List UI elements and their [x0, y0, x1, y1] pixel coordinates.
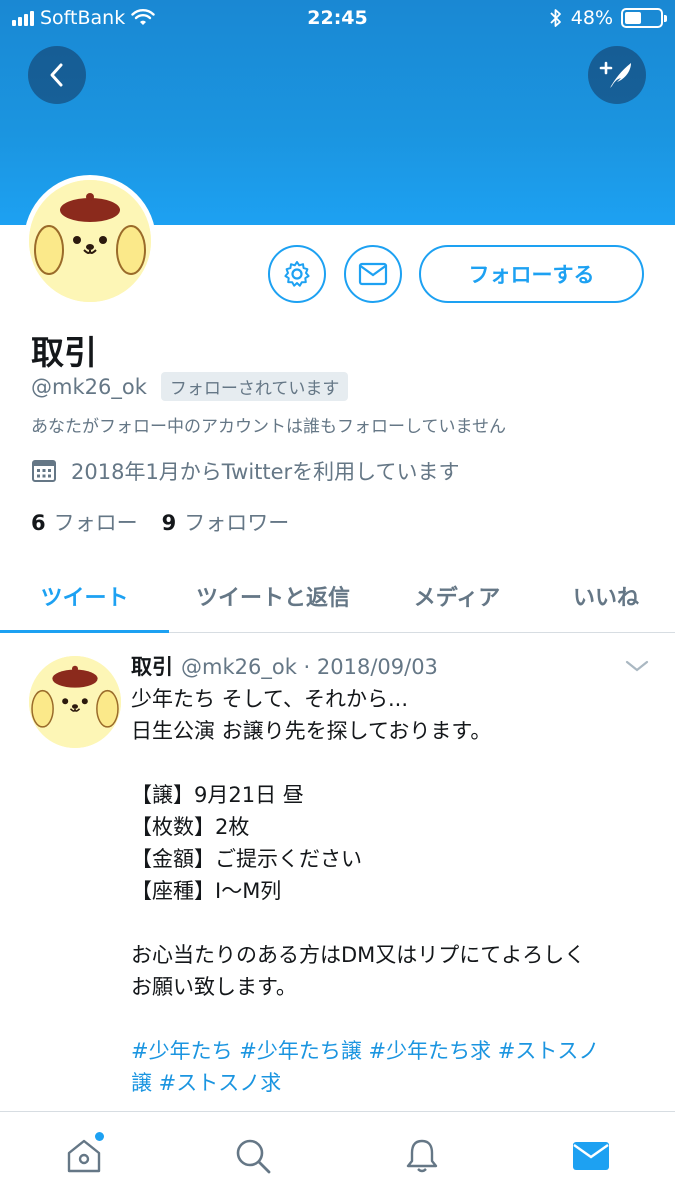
following-label: フォロー — [53, 511, 138, 535]
tweet-header: 取引 @mk26_ok · 2018/09/03 — [131, 651, 438, 681]
tweet-line: 日生公演 お譲り先を探しております。 — [131, 719, 492, 743]
home-notification-dot — [95, 1132, 104, 1141]
tab-tweets[interactable]: ツイート — [0, 560, 169, 632]
bottom-navigation — [0, 1111, 675, 1200]
status-bar: SoftBank 22:45 48% — [0, 0, 675, 40]
followers-link[interactable]: 9 フォロワー — [162, 507, 290, 537]
direct-message-button[interactable] — [344, 245, 402, 303]
tweet-item[interactable]: 取引 @mk26_ok · 2018/09/03 少年たち そして、それから..… — [0, 634, 675, 1111]
calendar-icon — [32, 460, 56, 482]
tweet-line: 少年たち そして、それから... — [131, 687, 409, 711]
profile-tabs: ツイート ツイートと返信 メディア いいね — [0, 560, 675, 633]
tweet-line: 【座種】I〜M列 — [131, 879, 282, 903]
compose-tweet-icon — [599, 61, 631, 88]
chevron-down-icon — [625, 660, 649, 672]
tab-media[interactable]: メディア — [377, 560, 537, 632]
search-icon — [236, 1139, 271, 1174]
nav-messages[interactable] — [567, 1132, 615, 1180]
envelope-icon — [358, 262, 388, 286]
tweet-line: お願い致します。 — [131, 975, 297, 999]
bluetooth-icon — [550, 9, 561, 27]
tab-likes[interactable]: いいね — [537, 560, 675, 632]
follow-counts: 6 フォロー 9 フォロワー — [31, 507, 289, 537]
follows-you-badge: フォローされています — [160, 372, 349, 401]
followers-count: 9 — [161, 511, 177, 535]
chevron-left-icon — [50, 63, 63, 87]
nav-search[interactable] — [229, 1132, 277, 1180]
messages-icon — [573, 1142, 609, 1170]
following-count: 6 — [31, 511, 46, 535]
battery-level — [625, 12, 642, 24]
profile-handle: @mk26_ok — [31, 374, 147, 399]
tab-tweets-and-replies[interactable]: ツイートと返信 — [169, 560, 377, 632]
battery-percent: 48% — [570, 7, 613, 29]
tweet-avatar[interactable] — [29, 656, 121, 748]
tweet-meta: @mk26_ok · 2018/09/03 — [181, 655, 438, 679]
tweet-author-name[interactable]: 取引 — [131, 651, 173, 681]
notifications-icon — [406, 1139, 438, 1173]
settings-button[interactable] — [268, 245, 326, 303]
nav-home[interactable] — [60, 1132, 108, 1180]
following-link[interactable]: 6 フォロー — [31, 507, 138, 537]
tweet-line: 【枚数】2枚 — [131, 815, 250, 839]
followers-label: フォロワー — [184, 511, 290, 535]
avatar-image — [29, 180, 151, 302]
handle-row: @mk26_ok フォローされています — [31, 372, 349, 401]
joined-date-text: 2018年1月からTwitterを利用しています — [71, 460, 460, 484]
tweet-text: 少年たち そして、それから... 日生公演 お譲り先を探しております。 【譲】9… — [131, 683, 651, 1099]
home-icon — [67, 1139, 101, 1173]
joined-date-row: 2018年1月からTwitterを利用しています — [31, 456, 460, 486]
display-name: 取引 — [31, 333, 97, 372]
gear-icon — [284, 261, 310, 287]
status-right: 48% — [549, 7, 667, 29]
profile-avatar[interactable] — [24, 175, 156, 307]
followers-you-know-note[interactable]: あなたがフォロー中のアカウントは誰もフォローしていません — [31, 412, 506, 437]
tweet-line: 【譲】9月21日 昼 — [131, 783, 304, 807]
follow-button[interactable]: フォローする — [419, 245, 644, 303]
back-button[interactable] — [28, 46, 86, 104]
tweet-hashtags[interactable]: #少年たち #少年たち譲 #少年たち求 #ストスノ — [131, 1035, 651, 1067]
tweet-menu-button[interactable] — [624, 658, 650, 678]
compose-tweet-button[interactable] — [588, 46, 646, 104]
tweet-hashtags[interactable]: 譲 #ストスノ求 — [131, 1067, 651, 1099]
nav-notifications[interactable] — [398, 1132, 446, 1180]
tweet-line: お心当たりのある方はDM又はリプにてよろしく — [131, 943, 586, 967]
tweet-line: 【金額】ご提示ください — [131, 847, 362, 871]
battery-icon — [621, 8, 667, 28]
active-tab-indicator — [0, 630, 169, 633]
